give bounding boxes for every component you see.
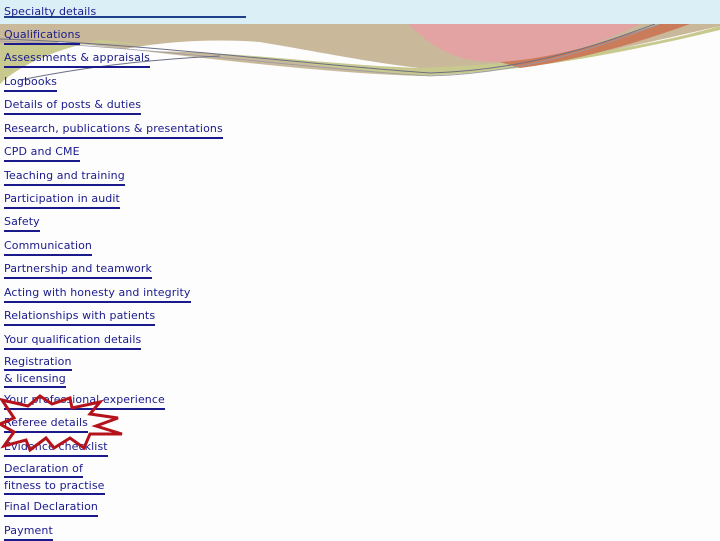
nav-link-declaration-fitness[interactable]: Declaration of fitness to practise	[4, 461, 105, 495]
nav-link-research-publications[interactable]: Research, publications & presentations	[4, 121, 223, 139]
nav-link-label-line2: & licensing	[4, 372, 66, 388]
nav-link-qualification-details[interactable]: Your qualification details	[4, 332, 142, 350]
nav-link-label-line2: fitness to practise	[4, 479, 105, 495]
nav-link-participation-audit[interactable]: Participation in audit	[4, 191, 120, 209]
nav-link-cpd-cme[interactable]: CPD and CME	[4, 144, 80, 162]
nav-link-assessments-appraisals[interactable]: Assessments & appraisals	[4, 50, 150, 68]
nav-link-communication[interactable]: Communication	[4, 238, 93, 256]
nav-link-referee-details[interactable]: Referee details	[4, 415, 89, 433]
nav-link-label-line1: Registration	[4, 355, 72, 371]
nav-link-logbooks[interactable]: Logbooks	[4, 74, 57, 92]
nav-link-professional-experience[interactable]: Your professional experience	[4, 392, 165, 410]
nav-link-label-line1: Declaration of	[4, 462, 83, 478]
nav-link-payment[interactable]: Payment	[4, 523, 53, 541]
nav-link-relationships-patients[interactable]: Relationships with patients	[4, 308, 156, 326]
nav-link-safety[interactable]: Safety	[4, 214, 40, 232]
nav-link-honesty-integrity[interactable]: Acting with honesty and integrity	[4, 285, 191, 303]
nav-link-evidence-checklist[interactable]: Evidence checklist	[4, 439, 108, 457]
header-band	[0, 0, 720, 24]
nav-link-partnership-teamwork[interactable]: Partnership and teamwork	[4, 261, 152, 279]
nav-link-final-declaration[interactable]: Final Declaration	[4, 499, 98, 517]
nav-link-teaching-training[interactable]: Teaching and training	[4, 168, 125, 186]
nav-link-qualifications[interactable]: Qualifications	[4, 27, 81, 45]
nav-link-posts-duties[interactable]: Details of posts & duties	[4, 97, 142, 115]
nav-link-registration-licensing[interactable]: Registration & licensing	[4, 354, 72, 388]
nav-link-specialty-details[interactable]: Specialty details	[4, 4, 96, 20]
